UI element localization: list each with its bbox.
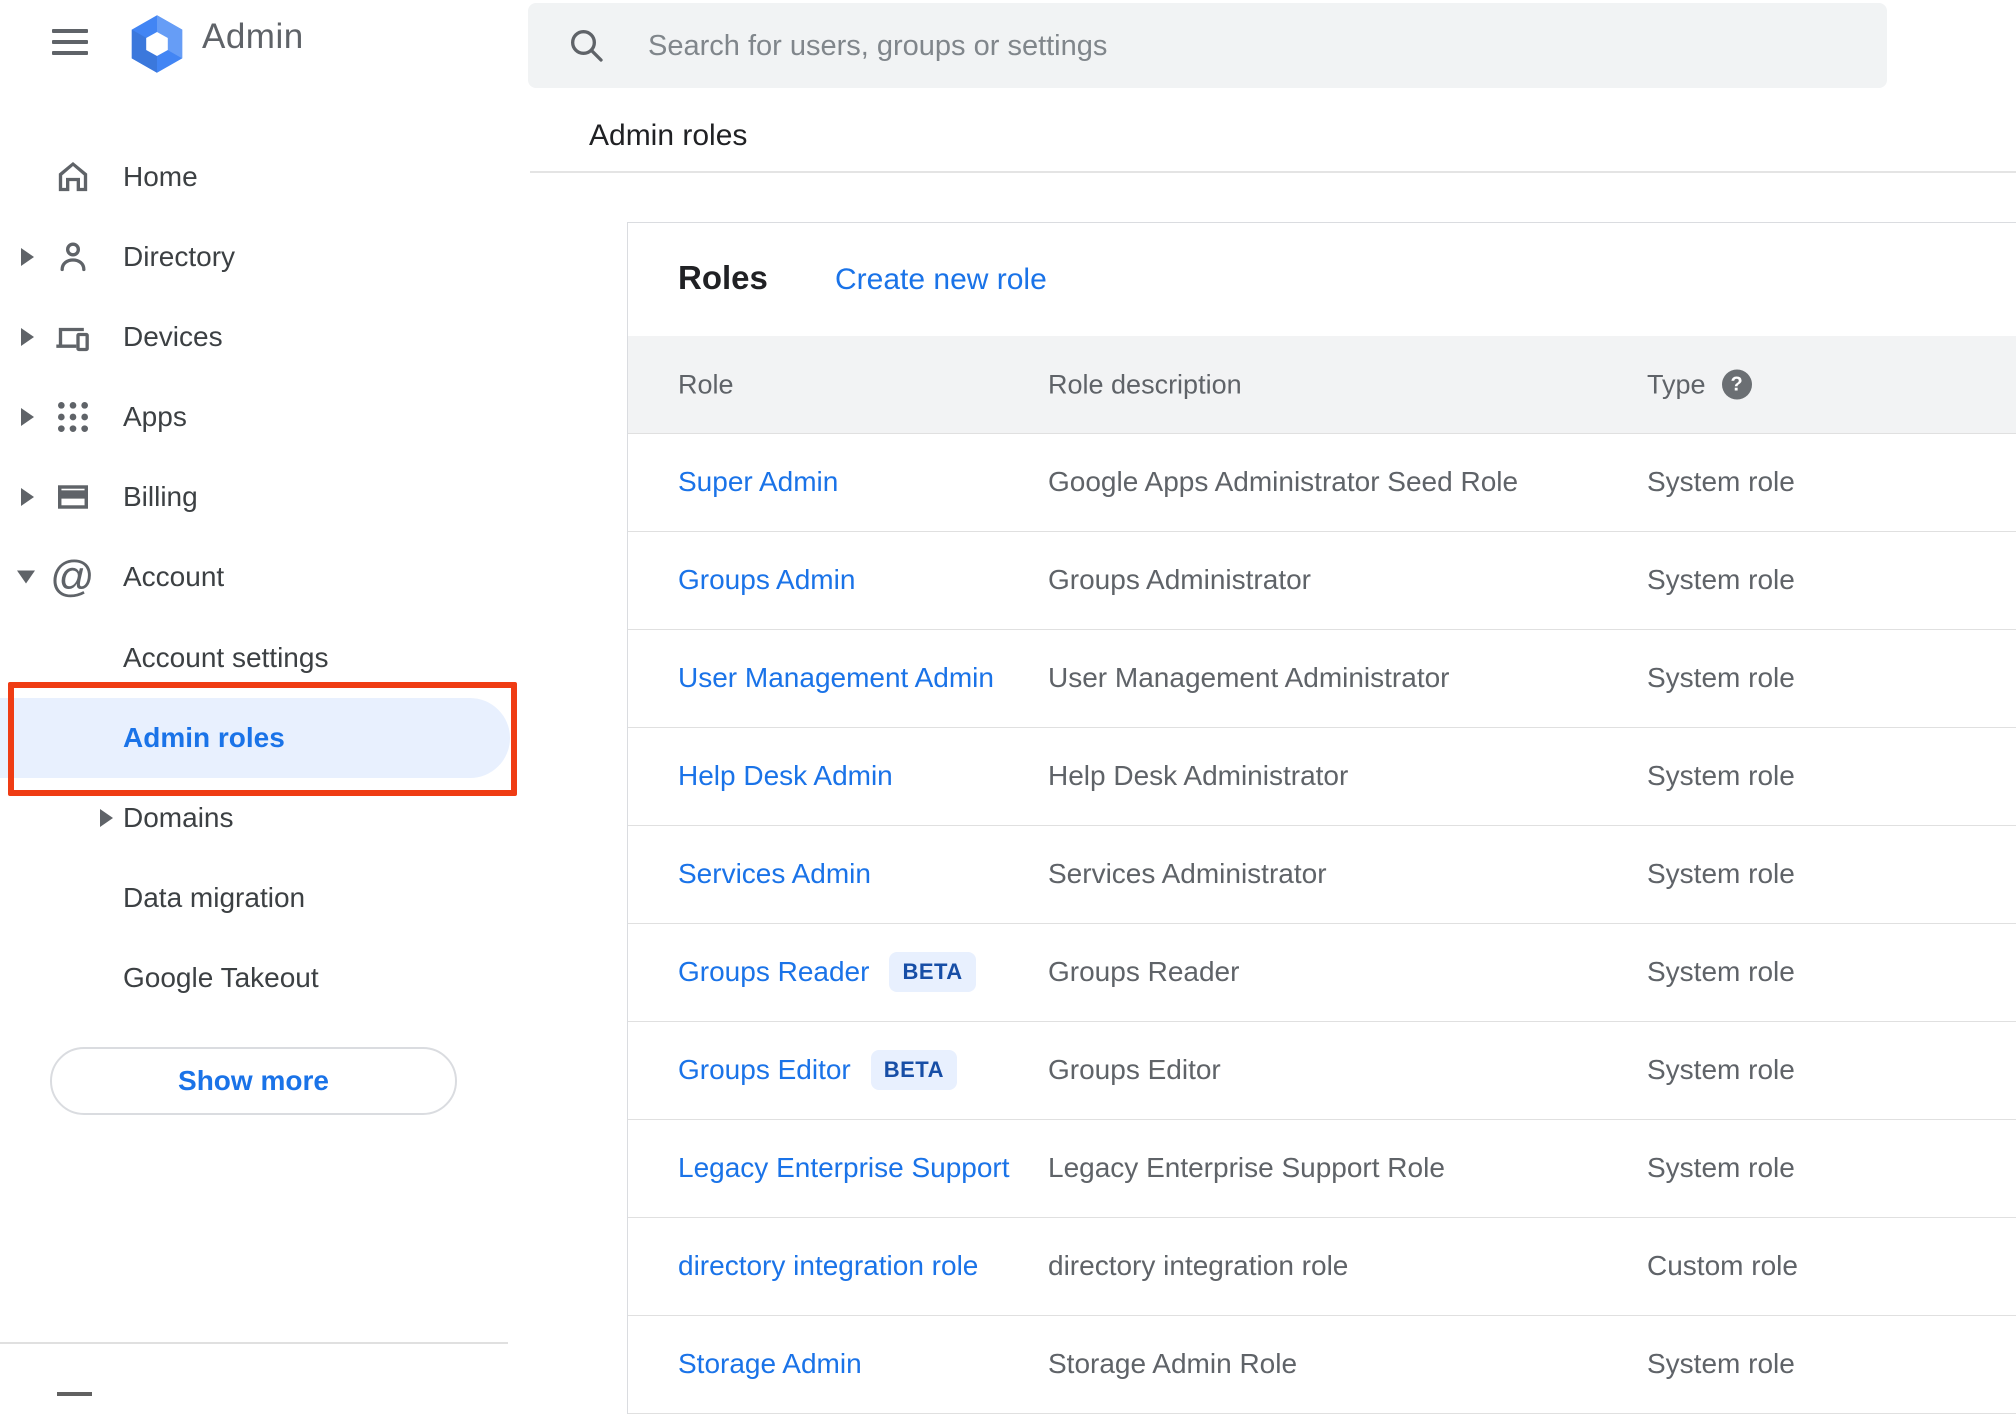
role-description: Groups Editor <box>1048 1054 1221 1085</box>
sidebar-item-google-takeout[interactable]: Google Takeout <box>0 938 508 1018</box>
role-link[interactable]: Legacy Enterprise Support <box>678 1152 1010 1184</box>
column-header-description: Role description <box>1048 369 1242 399</box>
sidebar-item-label: Domains <box>123 802 234 833</box>
role-description: User Management Administrator <box>1048 662 1450 693</box>
role-link[interactable]: Super Admin <box>678 466 838 498</box>
sidebar-item-label: Account <box>123 561 225 592</box>
role-link[interactable]: Groups Admin <box>678 564 855 596</box>
role-type: System role <box>1647 466 1795 497</box>
table-row: Help Desk Admin Help Desk Administrator … <box>628 727 2016 826</box>
role-type: System role <box>1647 760 1795 791</box>
role-description: Groups Administrator <box>1048 564 1311 595</box>
table-row: Groups Reader BETA Groups Reader System … <box>628 923 2016 1022</box>
role-type: System role <box>1647 662 1795 693</box>
app-title: Admin <box>202 17 304 56</box>
home-icon <box>53 157 93 197</box>
role-description: Services Administrator <box>1048 858 1327 889</box>
sidebar-item-directory[interactable]: Directory <box>0 217 508 297</box>
role-link[interactable]: Services Admin <box>678 858 871 890</box>
sidebar-item-label: Google Takeout <box>123 962 319 993</box>
table-row: User Management Admin User Management Ad… <box>628 629 2016 728</box>
panel-title: Roles <box>678 259 768 296</box>
sidebar-item-label: Account settings <box>123 642 329 673</box>
beta-badge: BETA <box>889 952 976 992</box>
role-type: System role <box>1647 858 1795 889</box>
sidebar-item-label: Apps <box>123 401 187 432</box>
chevron-right-icon[interactable] <box>21 248 34 266</box>
sidebar-item-devices[interactable]: Devices <box>0 297 508 377</box>
column-header-type: Type ? <box>1647 369 1752 400</box>
role-type: System role <box>1647 1152 1795 1183</box>
role-description: Legacy Enterprise Support Role <box>1048 1152 1445 1183</box>
role-description: Help Desk Administrator <box>1048 760 1349 791</box>
search-bar[interactable] <box>528 3 1887 90</box>
role-link[interactable]: Groups Editor <box>678 1054 851 1086</box>
account-icon: @ <box>50 552 95 601</box>
table-row: Groups Editor BETA Groups Editor System … <box>628 1021 2016 1120</box>
directory-icon <box>53 237 93 277</box>
help-icon[interactable]: ? <box>1721 369 1752 400</box>
column-header-role: Role <box>678 369 734 399</box>
chevron-right-icon[interactable] <box>21 488 34 506</box>
create-new-role-link[interactable]: Create new role <box>835 263 1047 297</box>
beta-badge: BETA <box>870 1050 958 1090</box>
table-row: Storage Admin Storage Admin Role System … <box>628 1315 2016 1414</box>
menu-icon[interactable] <box>52 29 88 55</box>
breadcrumb: Admin roles <box>589 119 748 152</box>
role-description: directory integration role <box>1048 1250 1349 1281</box>
apps-icon <box>53 397 93 437</box>
admin-logo-icon <box>127 14 187 74</box>
table-row: Services Admin Services Administrator Sy… <box>628 825 2016 924</box>
column-header-type-label: Type <box>1647 369 1706 399</box>
sidebar-item-label: Billing <box>123 481 198 512</box>
sidebar-bottom-divider <box>0 1342 508 1344</box>
sidebar-item-label: Data migration <box>123 882 306 913</box>
role-link[interactable]: Groups Reader <box>678 956 869 988</box>
sidebar-item-label: Admin roles <box>123 722 285 753</box>
chevron-right-icon[interactable] <box>21 328 34 346</box>
role-type: System role <box>1647 956 1795 987</box>
role-link[interactable]: Storage Admin <box>678 1348 862 1380</box>
sidebar-item-label: Devices <box>123 321 223 352</box>
sidebar-item-home[interactable]: Home <box>0 137 508 217</box>
table-row: Super Admin Google Apps Administrator Se… <box>628 433 2016 532</box>
billing-icon <box>53 477 93 517</box>
sidebar-item-domains[interactable]: Domains <box>0 778 508 858</box>
role-link[interactable]: User Management Admin <box>678 662 994 694</box>
role-description: Google Apps Administrator Seed Role <box>1048 466 1519 497</box>
sidebar-item-apps[interactable]: Apps <box>0 377 508 457</box>
sidebar-item-billing[interactable]: Billing <box>0 457 508 537</box>
show-more-button[interactable]: Show more <box>50 1047 457 1115</box>
sidebar-item-account-settings[interactable]: Account settings <box>0 618 508 698</box>
role-type: System role <box>1647 1054 1795 1085</box>
search-icon[interactable] <box>566 25 606 65</box>
role-description: Groups Reader <box>1048 956 1240 987</box>
partial-bottom-icon <box>57 1392 92 1396</box>
sidebar-item-label: Directory <box>123 241 236 272</box>
sidebar-item-data-migration[interactable]: Data migration <box>0 858 508 938</box>
chevron-right-icon[interactable] <box>21 408 34 426</box>
role-description: Storage Admin Role <box>1048 1348 1298 1379</box>
role-type: System role <box>1647 1348 1795 1379</box>
role-type: System role <box>1647 564 1795 595</box>
search-input[interactable] <box>646 3 1750 90</box>
table-row: directory integration role directory int… <box>628 1217 2016 1316</box>
role-type: Custom role <box>1647 1250 1798 1281</box>
chevron-right-icon[interactable] <box>100 809 113 827</box>
table-row: Legacy Enterprise Support Legacy Enterpr… <box>628 1119 2016 1218</box>
sidebar-item-label: Home <box>123 161 198 192</box>
role-link[interactable]: Help Desk Admin <box>678 760 893 792</box>
role-link[interactable]: directory integration role <box>678 1250 978 1282</box>
header-divider <box>530 171 2016 173</box>
table-header-row: Role Role description Type ? <box>628 336 2016 434</box>
sidebar-item-admin-roles[interactable]: Admin roles <box>0 698 508 778</box>
chevron-down-icon[interactable] <box>17 570 35 584</box>
roles-panel: Roles Create new role Role Role descript… <box>627 222 2016 1414</box>
devices-icon <box>53 317 93 357</box>
sidebar-item-account[interactable]: @ Account <box>0 537 508 617</box>
table-row: Groups Admin Groups Administrator System… <box>628 531 2016 630</box>
